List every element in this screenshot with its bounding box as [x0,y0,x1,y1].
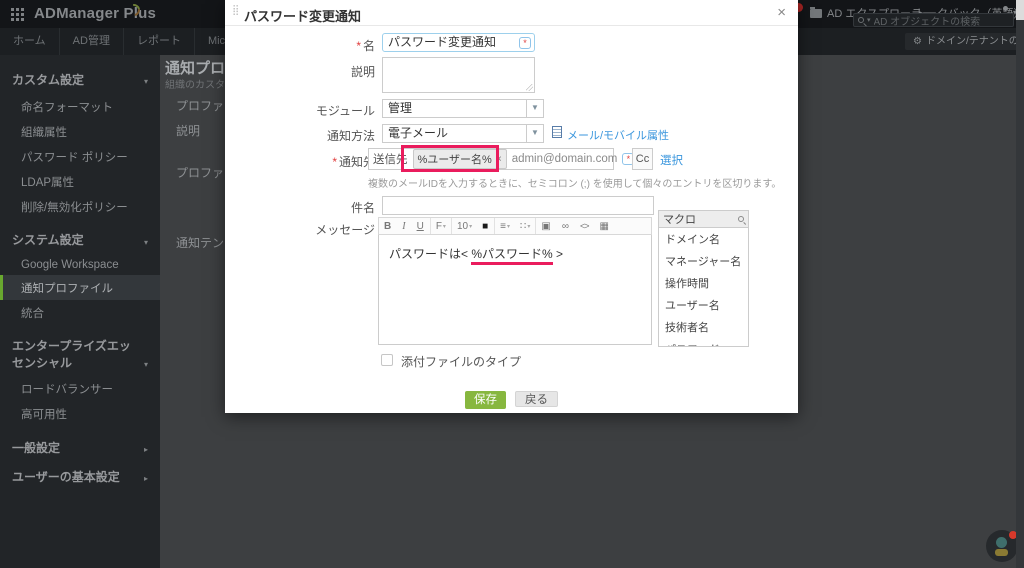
annotation-highlight-box [401,145,499,172]
macro-list-item[interactable]: パスワード [659,338,748,347]
sidebar-arrow-icon: ▾ [140,77,148,88]
apps-grid-icon[interactable] [11,8,24,21]
page-scrollbar[interactable] [1016,0,1024,568]
recipient-label: *通知先 [233,153,375,170]
notification-method-select[interactable]: 電子メール▼ [382,124,544,143]
sidebar-item[interactable]: 高可用性 [0,402,160,427]
sidebar-item[interactable]: 一般設定 ▸ [12,440,148,456]
sidebar-arrow-icon: ▸ [140,445,148,456]
message-label: メッセージ [233,221,375,238]
message-text: パスワードは< %パスワード% > [389,245,563,262]
sidebar-item[interactable]: 命名フォーマット [0,94,160,119]
attachment-type-checkbox[interactable] [381,354,393,366]
sidebar-item[interactable]: ユーザーの基本設定 ▸ [12,469,148,485]
bold-icon[interactable]: B [379,218,397,234]
cc-button[interactable]: Cc [632,148,653,170]
macro-list-item[interactable]: ドメイン名 [659,228,748,250]
password-macro-annotated: %パスワード% [471,247,552,265]
help-chat-icon[interactable] [986,530,1018,562]
dialog-title: パスワード変更通知 [244,6,361,25]
description-textarea[interactable] [382,57,535,93]
scrollbar-thumb[interactable] [1016,0,1024,20]
italic-icon[interactable]: I [397,218,411,234]
domain-tenant-settings-button[interactable]: ⚙ドメイン/テナントの設定 [905,33,1024,50]
align-icon[interactable]: ≡ ▾ [494,218,515,234]
macro-list-item[interactable]: ユーザー名 [659,294,748,316]
module-label: モジュール [233,102,375,119]
save-button[interactable]: 保存 [465,391,506,409]
insert-code-icon[interactable]: <> [575,218,595,234]
sidebar-item[interactable]: ロードバランサー [0,377,160,402]
macro-list-item[interactable]: 操作時間 [659,272,748,294]
close-icon[interactable]: × [777,4,786,21]
search-scope-caret-icon: ▾ [867,16,871,24]
dialog-footer: 保存 戻る [225,391,798,409]
sidebar-arrow-icon: ▸ [140,474,148,485]
ad-object-search-input[interactable]: ▾ AD オブジェクトの検索 [853,13,1014,27]
sidebar-arrow-icon: ▾ [140,360,148,371]
search-placeholder: AD オブジェクトの検索 [874,13,981,28]
drag-handle-icon[interactable]: ⣿ [232,5,239,16]
list-icon[interactable]: ∷ ▾ [515,218,535,234]
insert-image-icon[interactable]: ▣ [535,218,556,234]
sidebar-item[interactable]: 統合 [0,300,160,325]
font-size-icon[interactable]: 10 ▾ [451,218,477,234]
recipient-help-text: 複数のメールIDを入力するときに、セミコロン (;) を使用して個々のエントリを… [368,175,781,190]
sidebar-item[interactable]: LDAP属性 [0,169,160,194]
chevron-down-icon: ▼ [526,100,543,117]
method-label: 通知方法 [233,127,375,144]
subject-input[interactable] [382,196,654,215]
macro-search-icon[interactable] [738,216,744,222]
resize-handle-icon[interactable] [526,84,533,91]
recipient-placeholder: admin@domain.com [512,153,618,165]
sidebar-item[interactable]: システム設定 ▾ [12,232,148,248]
search-icon [858,17,864,23]
name-label: *名 [233,37,375,54]
nav-tab[interactable]: レポート [124,28,195,55]
underline-icon[interactable]: U [412,218,430,234]
font-color-icon[interactable]: ■ [477,218,494,234]
dialog-header: ⣿ パスワード変更通知 × [225,0,798,26]
sidebar-item[interactable]: Google Workspace [0,254,160,275]
select-recipient-link[interactable]: 選択 [660,152,683,168]
gear-icon: ⚙ [913,36,922,47]
sidebar-item[interactable]: エンタープライズエッセンシャル ▾ [12,338,148,370]
macro-list-item[interactable]: マネージャー名 [659,250,748,272]
macro-picker-icon[interactable] [519,37,531,49]
nav-tab[interactable]: AD管理 [60,28,124,55]
folder-icon [810,9,822,18]
macro-panel: マクロ ドメイン名マネージャー名操作時間ユーザー名技術者名パスワードアクション … [658,210,749,347]
message-editor[interactable]: パスワードは< %パスワード% > [378,235,652,345]
macro-panel-header: マクロ [658,210,749,228]
macro-list-item[interactable]: 技術者名 [659,316,748,338]
sidebar-item[interactable]: 削除/無効化ポリシー [0,194,160,219]
sidebar-item[interactable]: カスタム設定 ▾ [12,72,148,88]
name-input[interactable]: パスワード変更通知 [382,33,535,52]
settings-sidebar: カスタム設定 ▾ 命名フォーマット 組織属性 パスワード ポリシー LDAP属性… [0,55,160,568]
required-asterisk: * [356,39,361,53]
sidebar-item[interactable]: 通知プロファイル [0,275,160,300]
sidebar-item[interactable]: パスワード ポリシー [0,144,160,169]
attribute-doc-icon [552,126,562,138]
richtext-toolbar: B I U F ▾ 10 ▾ ■ ≡ [378,217,652,235]
description-label: 説明 [233,63,375,80]
chevron-down-icon: ▼ [526,125,543,142]
nav-tab[interactable]: ホーム [0,28,60,55]
password-change-notification-dialog: ⣿ パスワード変更通知 × *名 パスワード変更通知 説明 モジュール 管理▼ … [225,0,798,413]
sidebar-arrow-icon: ▾ [140,238,148,249]
module-select[interactable]: 管理▼ [382,99,544,118]
app-window: ADManager Plus AD エクスプローラー トークバック（英語） ▾ … [0,0,1024,568]
sidebar-item[interactable]: 組織属性 [0,119,160,144]
required-asterisk: * [332,155,337,169]
insert-table-icon[interactable]: ▦ [594,218,614,234]
attachment-type-label: 添付ファイルのタイプ [401,353,521,370]
font-family-icon[interactable]: F ▾ [430,218,451,234]
background-form-label: 説明 [176,122,200,139]
macro-list: ドメイン名マネージャー名操作時間ユーザー名技術者名パスワードアクション ユニーク… [658,228,749,347]
insert-link-icon[interactable]: ∞ [557,218,575,234]
back-button[interactable]: 戻る [515,391,558,407]
mail-mobile-attribute-link[interactable]: メール/モバイル属性 [567,127,669,143]
subject-label: 件名 [233,199,375,216]
